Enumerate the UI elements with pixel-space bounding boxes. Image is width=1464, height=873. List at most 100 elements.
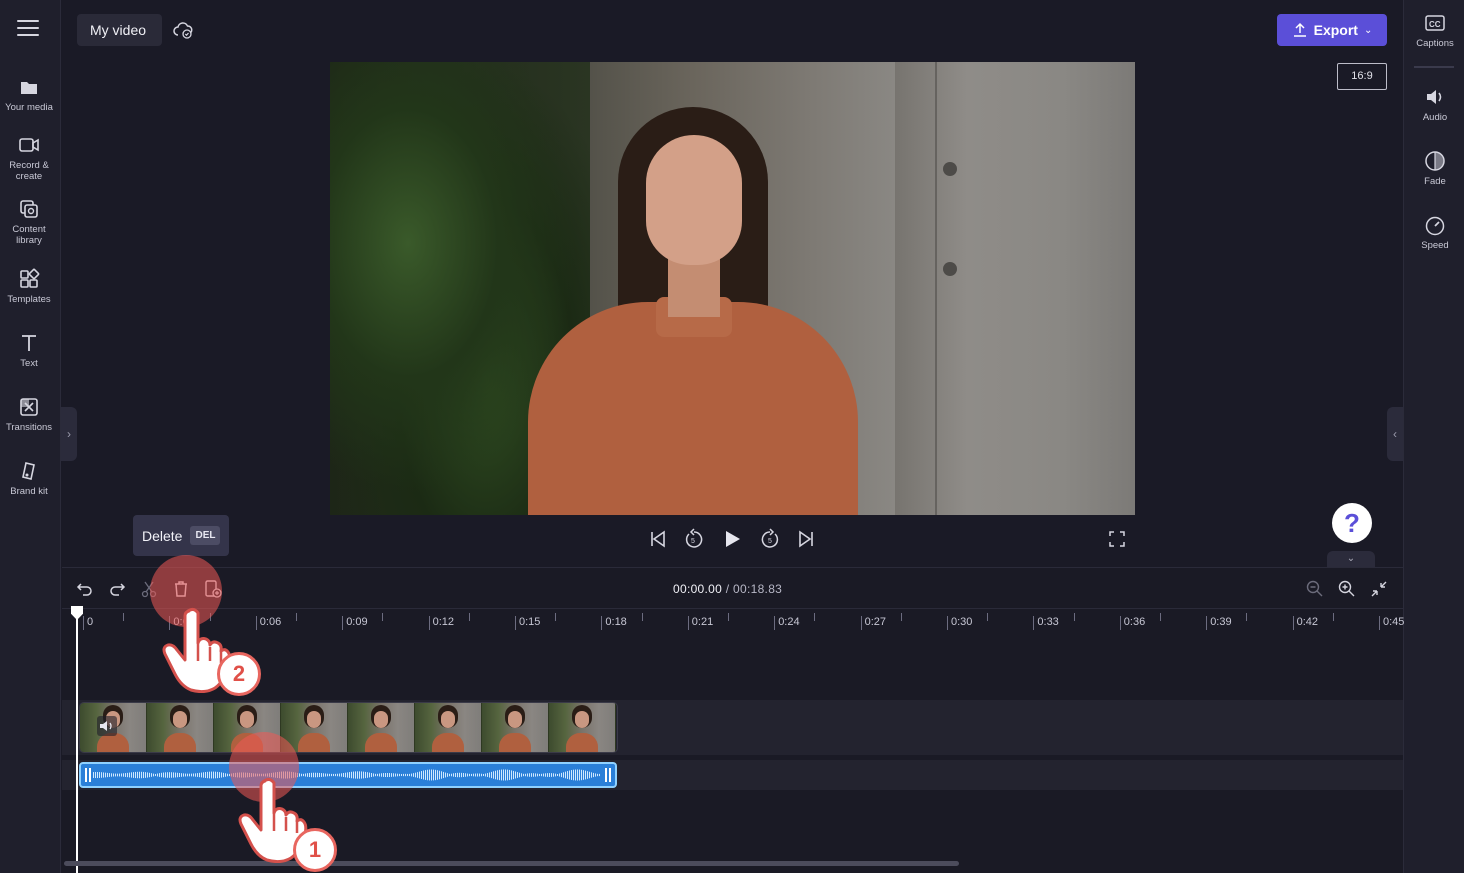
fullscreen-icon[interactable] [1106,528,1128,550]
waveform-bar [215,771,216,779]
menu-icon[interactable] [17,20,39,38]
nav-fade[interactable]: Fade [1406,150,1464,187]
waveform-bar [151,773,152,777]
ruler-tick-label: 0:24 [774,616,800,630]
nav-brand-kit[interactable]: Brand kit [0,460,58,497]
nav-speed[interactable]: Speed [1406,214,1464,251]
waveform-bar [203,772,204,778]
nav-audio[interactable]: Audio [1406,86,1464,123]
audio-clip-right-handle[interactable] [605,768,611,782]
nav-your-media[interactable]: Your media [0,76,58,113]
nav-transitions[interactable]: Transitions [0,396,58,433]
waveform-bar [555,773,556,777]
waveform-bar [367,772,368,778]
waveform-bar [471,773,472,777]
waveform-bar [181,773,182,777]
chevron-down-icon: ⌄ [1346,553,1356,564]
nav-record-create[interactable]: Record & create [0,134,58,182]
waveform-bar [539,773,540,777]
nav-label: Templates [7,294,51,305]
timeline-ruler[interactable]: 00:030:060:090:120:150:180:210:240:270:3… [62,608,1404,634]
audio-clip[interactable] [79,762,617,788]
waveform-bar [391,773,392,777]
library-icon [18,198,40,220]
waveform-bar [213,771,214,779]
clip-thumbnail [348,703,415,752]
video-preview[interactable] [330,62,1135,515]
step-badge-2: 2 [217,652,261,696]
waveform-bar [161,772,162,778]
waveform-bar [355,771,356,779]
nav-label: Audio [1422,112,1448,123]
waveform-bar [569,770,570,780]
zoom-out-icon[interactable] [1305,579,1325,599]
waveform-bar [441,771,442,779]
nav-templates[interactable]: Templates [0,268,58,305]
waveform-bar [455,773,456,777]
waveform-bar [393,773,394,777]
help-button[interactable]: ? [1332,503,1372,543]
timeline-scrollbar[interactable] [64,861,959,866]
step-badge-1: 1 [293,828,337,872]
undo-icon[interactable] [75,579,95,599]
play-icon[interactable] [721,528,743,550]
tooltip-shortcut: DEL [190,526,221,545]
ruler-tick-label: 0 [83,616,93,630]
waveform-bar [507,769,508,781]
waveform-bar [417,772,418,778]
collapse-timeline-button[interactable]: ⌄ [1327,551,1375,567]
waveform-bar [155,773,156,777]
waveform-bar [537,773,538,777]
waveform-bar [511,770,512,780]
waveform-bar [421,771,422,779]
audio-clip-left-handle[interactable] [85,768,91,782]
waveform-bar [189,773,190,777]
waveform-bar [523,773,524,777]
rewind-5s-icon[interactable]: 5 [683,528,705,550]
aspect-ratio-button[interactable]: 16:9 [1337,63,1387,90]
ruler-minor-tick [555,613,557,621]
video-clip[interactable] [79,702,618,753]
waveform-bar [341,773,342,777]
waveform-bar [557,773,558,777]
waveform-bar [119,773,120,777]
waveform-bar [549,773,550,777]
left-sidebar: Your media Record & create Content libra… [0,0,61,873]
waveform-bar [519,772,520,778]
camera-icon [18,134,40,156]
skip-to-start-icon[interactable] [647,528,669,550]
preview-subject [528,107,858,515]
expand-left-panel-button[interactable]: › [61,407,77,461]
redo-icon[interactable] [107,579,127,599]
expand-right-panel-button[interactable]: ‹ [1387,407,1403,461]
cloud-saved-icon [173,22,193,39]
nav-captions[interactable]: CC Captions [1406,12,1464,49]
waveform-bar [493,771,494,779]
fit-timeline-icon[interactable] [1369,579,1389,599]
svg-text:CC: CC [1429,20,1441,29]
waveform-bar [499,769,500,781]
nav-label: Your media [5,102,53,113]
nav-text[interactable]: Text [0,332,58,369]
forward-5s-icon[interactable]: 5 [759,528,781,550]
text-icon [18,332,40,354]
waveform-bar [509,769,510,781]
waveform-bar [131,772,132,778]
waveform-bar [397,773,398,777]
export-button[interactable]: Export ⌄ [1277,14,1387,46]
waveform-bar [449,773,450,777]
waveform-bar [365,771,366,779]
playhead[interactable] [76,612,78,873]
zoom-in-icon[interactable] [1337,579,1357,599]
waveform-bar [227,773,228,777]
waveform-bar [409,773,410,777]
waveform-bar [201,772,202,778]
waveform-bar [541,773,542,777]
waveform-bar [571,770,572,780]
clip-audio-icon[interactable] [97,716,117,736]
project-title[interactable]: My video [77,14,163,46]
skip-to-end-icon[interactable] [795,528,817,550]
nav-content-library[interactable]: Content library [0,198,58,246]
waveform-bar [491,771,492,779]
waveform-bar [323,773,324,777]
